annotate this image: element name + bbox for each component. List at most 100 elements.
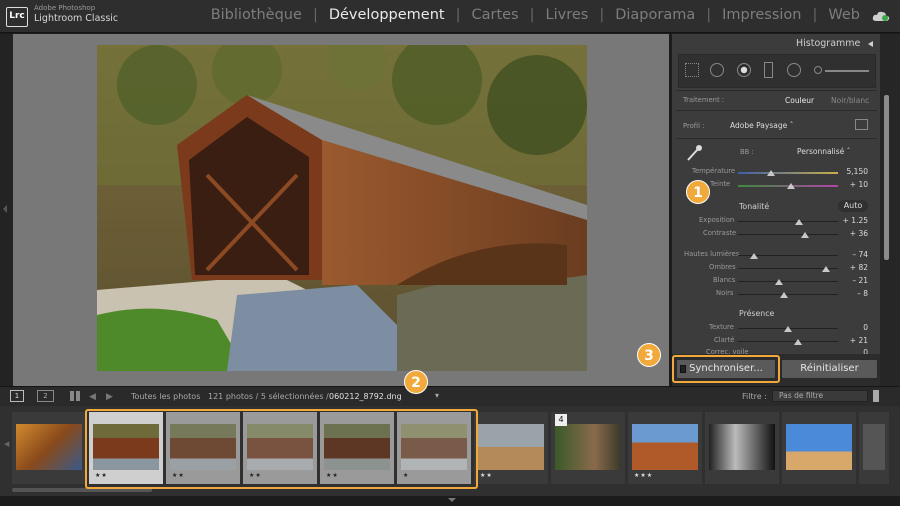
clarity-label: Clarté [714,336,735,344]
arrow-left-icon[interactable]: ◀ [89,392,96,402]
filmstrip-filename[interactable]: 060212_8792.dng [329,392,402,401]
exposure-value[interactable]: + 1.25 [840,216,868,225]
filmstrip-thumb[interactable] [12,412,86,484]
filter-select[interactable]: Pas de filtre [772,390,868,402]
exposure-track[interactable] [738,221,838,222]
exposure-slider-thumb[interactable] [795,219,803,225]
filename-dropdown-icon[interactable]: ▾ [435,391,439,400]
lightroom-logo: Lrc [6,7,28,27]
blacks-value[interactable]: – 8 [840,289,868,298]
clarity-value[interactable]: + 21 [840,336,868,345]
filmstrip-thumb[interactable] [859,412,889,484]
sync-button-highlight [672,355,780,383]
step-badge-1: 1 [686,180,710,204]
arrow-right-icon[interactable]: ▶ [106,392,113,402]
tint-label: Teinte [710,180,731,188]
spot-removal-icon[interactable] [710,63,724,77]
filmstrip-left-arrow-icon[interactable]: ◀ [4,440,9,448]
graduated-filter-icon[interactable] [764,62,773,78]
contrast-slider-thumb[interactable] [801,232,809,238]
shadows-slider-thumb[interactable] [822,266,830,272]
clarity-slider-thumb[interactable] [794,339,802,345]
selected-photos-highlight [85,409,478,489]
highlights-value[interactable]: – 74 [840,250,868,259]
tint-value[interactable]: + 10 [840,180,868,189]
whites-track[interactable] [738,281,838,282]
filter-lock-icon[interactable] [873,390,879,402]
module-develop[interactable]: Développement [329,7,445,23]
texture-label: Texture [709,323,734,331]
module-picker: Bibliothèque | Développement | Cartes | Liv… [210,7,860,23]
filmstrip-thumb[interactable] [705,412,779,484]
red-eye-icon[interactable] [737,63,751,77]
temperature-value[interactable]: 5,150 [840,167,868,176]
contrast-label: Contraste [703,229,737,237]
whites-value[interactable]: – 21 [840,276,868,285]
module-web[interactable]: Web [828,7,860,23]
contrast-value[interactable]: + 36 [840,229,868,238]
brand-title: Lightroom Classic [34,13,119,24]
stack-count-badge[interactable]: 4 [555,414,567,426]
module-book[interactable]: Livres [546,7,589,23]
panel-scrollbar-thumb[interactable] [884,95,889,260]
module-library[interactable]: Bibliothèque [211,7,302,23]
module-map[interactable]: Cartes [471,7,518,23]
module-slideshow[interactable]: Diaporama [615,7,695,23]
tint-slider-thumb[interactable] [787,183,795,189]
filmstrip-collapse-icon[interactable] [448,498,456,502]
presence-section-label: Présence [739,309,775,318]
cloud-sync-icon[interactable] [872,10,890,22]
step-badge-3: 3 [637,343,661,367]
shadows-value[interactable]: + 82 [840,263,868,272]
radial-filter-icon[interactable] [787,63,801,77]
filmstrip-thumb[interactable]: ★★ [474,412,548,484]
treatment-color-option[interactable]: Couleur [785,96,814,105]
highlights-slider-thumb[interactable] [750,253,758,259]
temperature-track[interactable] [738,172,838,174]
filmstrip-count: 121 photos / 5 sélectionnées / [208,392,329,401]
collapse-triangle-icon[interactable] [868,41,873,47]
wb-label: BB : [740,148,754,156]
eyedropper-icon[interactable] [683,142,705,164]
view-primary-button[interactable]: 1 [10,390,24,402]
filmstrip-thumb[interactable]: ★★★ [628,412,702,484]
main-photo[interactable] [97,45,587,371]
blacks-slider-thumb[interactable] [780,292,788,298]
wb-select[interactable]: Personnalisé ˆ [797,147,850,156]
exposure-label: Exposition [699,216,735,224]
temperature-label: Température [692,167,736,175]
brush-size-line [825,70,869,72]
filmstrip-source[interactable]: Toutes les photos [131,392,200,401]
shadows-label: Ombres [709,263,736,271]
profile-browser-icon[interactable] [855,119,868,130]
grid-icon[interactable] [70,391,80,401]
contrast-track[interactable] [738,234,838,235]
texture-value[interactable]: 0 [840,323,868,332]
crop-tool-icon[interactable] [685,63,699,77]
highlights-label: Hautes lumières [684,250,740,258]
brand-subtitle: Adobe Photoshop [34,4,96,12]
filmstrip-thumb[interactable]: 4 [551,412,625,484]
clarity-track[interactable] [738,341,838,342]
adjustment-brush-icon[interactable] [814,66,822,74]
profile-label: Profil : [683,122,705,130]
blacks-label: Noirs [716,289,734,297]
blacks-track[interactable] [738,294,838,295]
step-badge-2: 2 [404,370,428,394]
whites-slider-thumb[interactable] [775,279,783,285]
module-print[interactable]: Impression [722,7,801,23]
view-secondary-button[interactable]: 2 [37,390,54,402]
auto-tone-button[interactable]: Auto [838,200,868,212]
texture-slider-thumb[interactable] [784,326,792,332]
treatment-bw-option[interactable]: Noir/blanc [831,96,869,105]
histogram-title[interactable]: Histogramme [796,38,860,49]
profile-select[interactable]: Adobe Paysage ˆ [730,121,793,130]
filmstrip-thumb[interactable] [782,412,856,484]
tone-section-label: Tonalité [739,202,770,211]
reset-button[interactable]: Réinitialiser [781,359,878,379]
panel-scrollbar-track[interactable] [880,34,900,386]
treatment-label: Traitement : [683,96,725,104]
whites-label: Blancs [713,276,736,284]
temperature-slider-thumb[interactable] [767,170,775,176]
panel-collapse-icon[interactable] [3,205,7,213]
